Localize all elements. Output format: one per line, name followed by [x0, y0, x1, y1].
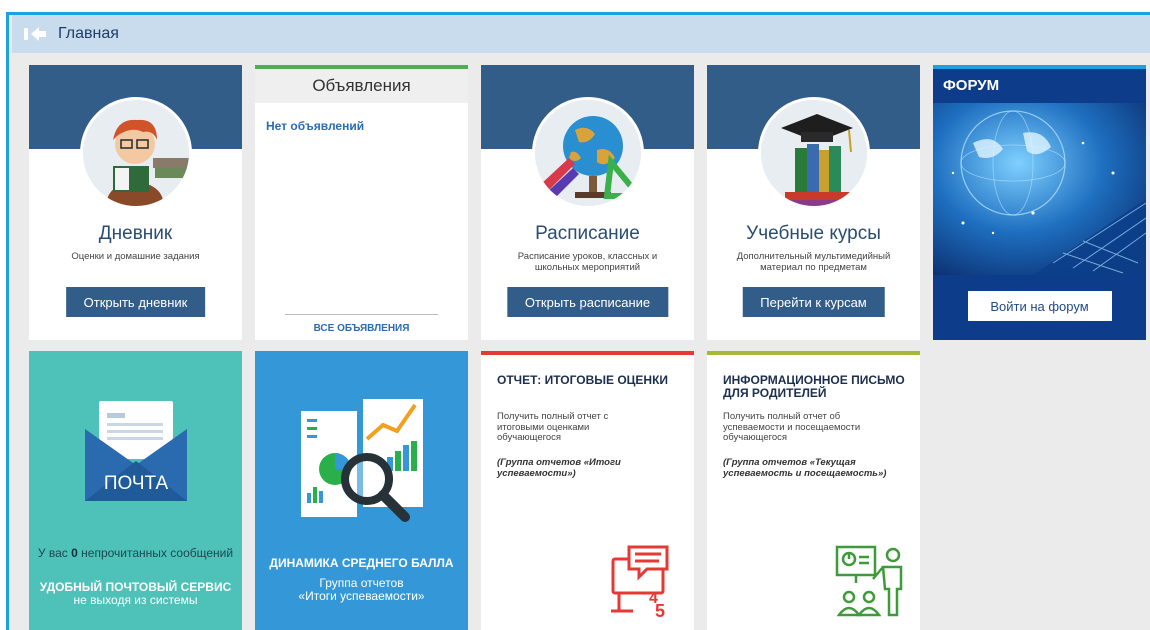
forum-tile: ФОРУМ Войти на форум [933, 65, 1146, 340]
main-frame: Главная Дневник Оценки и домашние задани… [6, 12, 1150, 630]
announcements-tile: Объявления Нет объявлений ВСЕ ОБЪЯВЛЕНИЯ [255, 65, 468, 340]
announcements-title: Объявления [255, 69, 468, 103]
diary-title: Дневник [98, 223, 173, 244]
student-avatar [79, 97, 192, 209]
report-grades-tile[interactable]: ОТЧЕТ: ИТОГОВЫЕ ОЦЕНКИ Получить полный о… [481, 351, 694, 630]
unread-count: У вас 0 непрочитанных сообщений [37, 546, 234, 560]
courses-tile: Учебные курсы Дополнительный мультимедий… [707, 65, 920, 340]
report-grades-description: Получить полный отчет с итоговыми оценка… [497, 411, 609, 443]
schedule-subtitle: Расписание уроков, классных и школьных м… [517, 251, 658, 273]
dynamics-subtitle: Группа отчетов «Итоги успеваемости» [298, 576, 425, 603]
report-letter-tile[interactable]: ИНФОРМАЦИОННОЕ ПИСЬМО ДЛЯ РОДИТЕЛЕЙ Полу… [707, 351, 920, 630]
all-announcements-link[interactable]: ВСЕ ОБЪЯВЛЕНИЯ [255, 323, 468, 334]
analytics-icon [301, 399, 423, 522]
announcements-empty: Нет объявлений [266, 119, 365, 133]
open-schedule-button[interactable]: Открыть расписание [506, 287, 669, 317]
dynamics-tile[interactable]: ДИНАМИКА СРЕДНЕГО БАЛЛА Группа отчетов «… [255, 351, 468, 630]
mail-service-text: УДОБНЫЙ ПОЧТОВЫЙ СЕРВИС не выходя из сис… [39, 580, 232, 607]
dynamics-title: ДИНАМИКА СРЕДНЕГО БАЛЛА [269, 556, 454, 570]
forum-image [933, 103, 1146, 275]
mail-envelope-icon: ПОЧТА [85, 401, 187, 501]
header-bar: Главная [12, 15, 1150, 53]
report-grades-title: ОТЧЕТ: ИТОГОВЫЕ ОЦЕНКИ [497, 373, 669, 387]
mail-label: ПОЧТА [104, 473, 169, 494]
go-to-courses-button[interactable]: Перейти к курсам [742, 287, 885, 317]
report-grades-group: (Группа отчетов «Итоги успеваемости») [497, 457, 621, 479]
diary-subtitle: Оценки и домашние задания [71, 251, 200, 262]
enter-forum-button[interactable]: Войти на форум [967, 291, 1112, 321]
schedule-tile: Расписание Расписание уроков, классных и… [481, 65, 694, 340]
forum-title: ФОРУМ [943, 77, 1000, 94]
svg-text:5: 5 [655, 601, 665, 617]
open-diary-button[interactable]: Открыть дневник [65, 287, 206, 317]
presentation-icon [835, 545, 903, 617]
schedule-title: Расписание [535, 223, 640, 244]
globe-avatar [531, 97, 644, 209]
courses-title: Учебные курсы [746, 223, 881, 244]
diary-tile: Дневник Оценки и домашние задания Открыт… [29, 65, 242, 340]
back-icon[interactable] [22, 24, 48, 44]
grade-report-icon: 4 5 [611, 545, 669, 617]
report-letter-description: Получить полный отчет об успеваемости и … [723, 411, 861, 443]
report-letter-group: (Группа отчетов «Текущая успеваемость и … [723, 457, 887, 479]
page-title: Главная [58, 25, 119, 42]
report-letter-title: ИНФОРМАЦИОННОЕ ПИСЬМО ДЛЯ РОДИТЕЛЕЙ [723, 373, 905, 400]
mail-tile[interactable]: ПОЧТА У вас 0 непрочитанных сообщений УД… [29, 351, 242, 630]
courses-subtitle: Дополнительный мультимедийный материал п… [736, 251, 891, 273]
books-avatar [757, 97, 870, 209]
